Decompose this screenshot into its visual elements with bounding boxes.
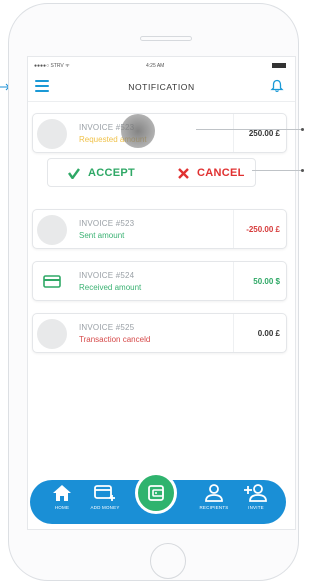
touch-indicator xyxy=(121,114,155,148)
app-header: NOTIFICATION xyxy=(28,73,295,101)
invoice-amount: 50.00 $ xyxy=(253,277,280,286)
invoice-amount: 0.00 £ xyxy=(257,329,280,338)
accept-button[interactable]: ACCEPT xyxy=(68,165,135,181)
tab-add-money-label: ADD MONEY xyxy=(90,505,120,510)
invoice-status: Sent amount xyxy=(79,231,125,240)
tab-invite-label: INVITE xyxy=(248,505,264,510)
accept-label: ACCEPT xyxy=(88,167,136,179)
annotation-dot xyxy=(301,128,304,131)
invoice-title: INVOICE #524 xyxy=(79,271,135,280)
avatar xyxy=(37,119,67,149)
amount-box: 50.00 $ xyxy=(233,262,286,300)
tab-invite[interactable]: INVITE xyxy=(236,484,276,520)
wallet-icon xyxy=(148,485,164,501)
check-icon xyxy=(68,167,80,179)
amount-box: -250.00 £ xyxy=(233,210,286,248)
invoice-title: INVOICE #525 xyxy=(79,323,135,332)
avatar xyxy=(37,319,67,349)
header-divider xyxy=(28,101,295,102)
tab-add-money[interactable]: ADD MONEY xyxy=(85,484,125,520)
tab-recipients-label: RECIPIENTS xyxy=(199,505,229,510)
notification-item[interactable]: INVOICE #525 Transaction canceld 0.00 £ xyxy=(32,313,287,353)
tab-home-label: HOME xyxy=(54,505,70,510)
tab-recipients[interactable]: RECIPIENTS xyxy=(194,484,234,520)
amount-box: 250.00 £ xyxy=(233,114,286,152)
x-icon xyxy=(178,167,189,179)
amount-box: 0.00 £ xyxy=(233,314,286,352)
invoice-title: INVOICE #523 xyxy=(79,219,135,228)
cancel-button[interactable]: CANCEL xyxy=(178,165,245,181)
tab-home[interactable]: HOME xyxy=(42,484,82,520)
bell-icon[interactable] xyxy=(270,79,284,93)
app-screen: ●●●●○ STRV ᯤ 4:25 AM NOTIFICATION INVOIC… xyxy=(27,56,296,530)
notification-item[interactable]: INVOICE #524 Received amount 50.00 $ xyxy=(32,261,287,301)
invoice-amount: -250.00 £ xyxy=(246,225,280,234)
invoice-amount: 250.00 £ xyxy=(248,129,280,138)
invite-icon xyxy=(244,484,267,502)
wallet-button[interactable] xyxy=(135,472,177,514)
invoice-status: Received amount xyxy=(79,283,142,292)
add-money-icon xyxy=(94,485,115,501)
annotation-line xyxy=(196,129,303,130)
notification-item[interactable]: INVOICE #523 Requested amount 250.00 £ xyxy=(32,113,287,153)
annotation-dot xyxy=(301,169,304,172)
recipients-icon xyxy=(205,484,223,502)
cancel-label: CANCEL xyxy=(197,167,245,179)
phone-speaker xyxy=(140,36,192,41)
notification-item[interactable]: INVOICE #523 Sent amount -250.00 £ xyxy=(32,209,287,249)
phone-home-button[interactable] xyxy=(150,543,186,579)
battery-icon xyxy=(272,63,286,68)
avatar xyxy=(37,215,67,245)
card-icon xyxy=(43,275,61,288)
invoice-status: Transaction canceld xyxy=(79,335,151,344)
home-icon xyxy=(53,485,71,501)
status-bar: ●●●●○ STRV ᯤ 4:25 AM xyxy=(28,61,295,73)
request-actions: ACCEPT CANCEL xyxy=(47,158,256,187)
annotation-line xyxy=(252,170,303,171)
page-title: NOTIFICATION xyxy=(128,82,195,92)
carrier-label: ●●●●○ STRV ᯤ xyxy=(34,63,70,69)
clock: 4:25 AM xyxy=(146,63,165,69)
